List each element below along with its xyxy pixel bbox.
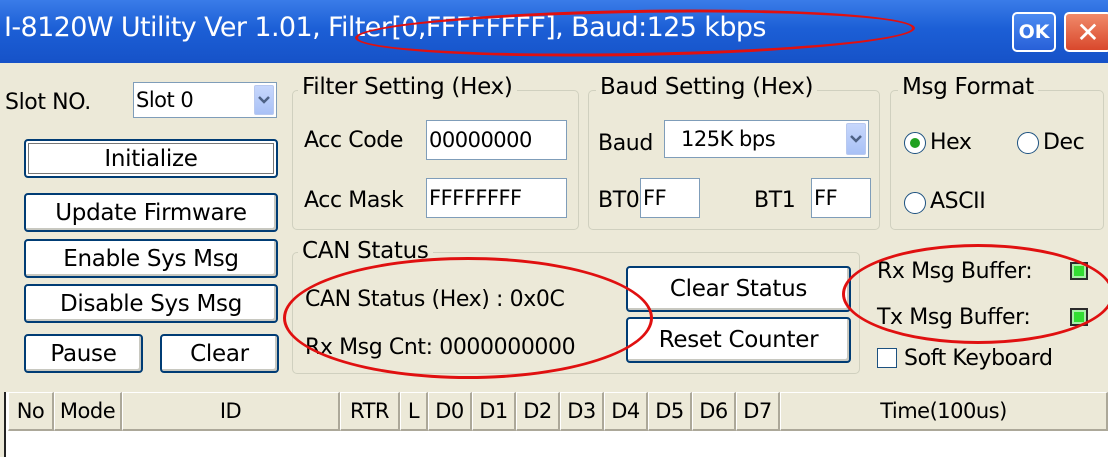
close-icon[interactable]: ✕: [1064, 12, 1108, 52]
column-header-d1[interactable]: D1: [472, 392, 516, 431]
rx-buffer-indicator: [1070, 262, 1088, 280]
tx-buffer-label: Tx Msg Buffer:: [877, 305, 1031, 330]
ascii-radio[interactable]: [904, 192, 926, 214]
acc-code-label: Acc Code: [304, 128, 403, 153]
dec-radio-label: Dec: [1043, 130, 1085, 155]
baud-select[interactable]: 125K bps: [664, 120, 869, 158]
pause-button[interactable]: Pause: [24, 334, 143, 373]
column-header-l[interactable]: L: [400, 392, 428, 431]
hex-radio-label: Hex: [930, 130, 972, 155]
disable-sys-msg-button[interactable]: Disable Sys Msg: [24, 284, 278, 323]
baud-label: Baud: [598, 131, 653, 156]
dec-radio[interactable]: [1017, 132, 1039, 154]
column-header-no[interactable]: No: [8, 392, 54, 431]
soft-keyboard-label: Soft Keyboard: [904, 346, 1053, 371]
column-header-d3[interactable]: D3: [560, 392, 604, 431]
clear-status-button[interactable]: Clear Status: [626, 266, 851, 312]
hex-radio[interactable]: [904, 132, 926, 154]
rx-buffer-label: Rx Msg Buffer:: [877, 259, 1033, 284]
message-table[interactable]: No Mode ID RTR L D0 D1 D2 D3 D4 D5 D6 D7…: [4, 392, 1108, 457]
baud-setting-title: Baud Setting (Hex): [596, 74, 818, 100]
slot-selected-value: Slot 0: [136, 88, 194, 112]
title-bar: I-8120W Utility Ver 1.01, Filter[0,FFFFF…: [0, 0, 1108, 63]
tx-buffer-indicator: [1070, 308, 1088, 326]
slot-select[interactable]: Slot 0: [133, 82, 277, 118]
update-firmware-button[interactable]: Update Firmware: [24, 193, 278, 232]
column-header-d0[interactable]: D0: [428, 392, 472, 431]
baud-selected-value: 125K bps: [681, 127, 776, 151]
ascii-radio-label: ASCII: [930, 189, 986, 214]
bt0-label: BT0: [598, 188, 640, 213]
chevron-down-icon[interactable]: [846, 123, 866, 155]
column-header-d6[interactable]: D6: [692, 392, 736, 431]
acc-code-field[interactable]: 00000000: [426, 120, 567, 160]
acc-mask-label: Acc Mask: [304, 188, 404, 213]
msg-format-title: Msg Format: [898, 74, 1038, 100]
filter-setting-title: Filter Setting (Hex): [298, 74, 517, 100]
column-header-id[interactable]: ID: [122, 392, 340, 431]
column-header-mode[interactable]: Mode: [54, 392, 122, 431]
column-header-d7[interactable]: D7: [736, 392, 780, 431]
column-header-d2[interactable]: D2: [516, 392, 560, 431]
column-header-time[interactable]: Time(100us): [780, 392, 1108, 431]
soft-keyboard-checkbox[interactable]: [877, 348, 897, 368]
utility-window: I-8120W Utility Ver 1.01, Filter[0,FFFFF…: [0, 0, 1108, 457]
clear-button[interactable]: Clear: [160, 334, 279, 373]
column-header-rtr[interactable]: RTR: [340, 392, 400, 431]
initialize-button[interactable]: Initialize: [24, 139, 278, 178]
bt1-label: BT1: [754, 188, 796, 213]
slot-label: Slot NO.: [5, 90, 91, 115]
bt0-field[interactable]: FF: [640, 178, 700, 218]
column-header-d5[interactable]: D5: [648, 392, 692, 431]
rx-msg-count: Rx Msg Cnt: 0000000000: [305, 335, 576, 360]
enable-sys-msg-button[interactable]: Enable Sys Msg: [24, 239, 278, 278]
acc-mask-field[interactable]: FFFFFFFF: [426, 178, 567, 218]
column-header-d4[interactable]: D4: [604, 392, 648, 431]
window-title: I-8120W Utility Ver 1.01, Filter[0,FFFFF…: [4, 12, 766, 43]
chevron-down-icon[interactable]: [254, 85, 274, 115]
can-status-value: CAN Status (Hex) : 0x0C: [305, 287, 565, 312]
can-status-title: CAN Status: [298, 238, 433, 264]
bt1-field[interactable]: FF: [811, 178, 871, 218]
ok-button[interactable]: OK: [1012, 12, 1056, 52]
reset-counter-button[interactable]: Reset Counter: [626, 317, 851, 363]
